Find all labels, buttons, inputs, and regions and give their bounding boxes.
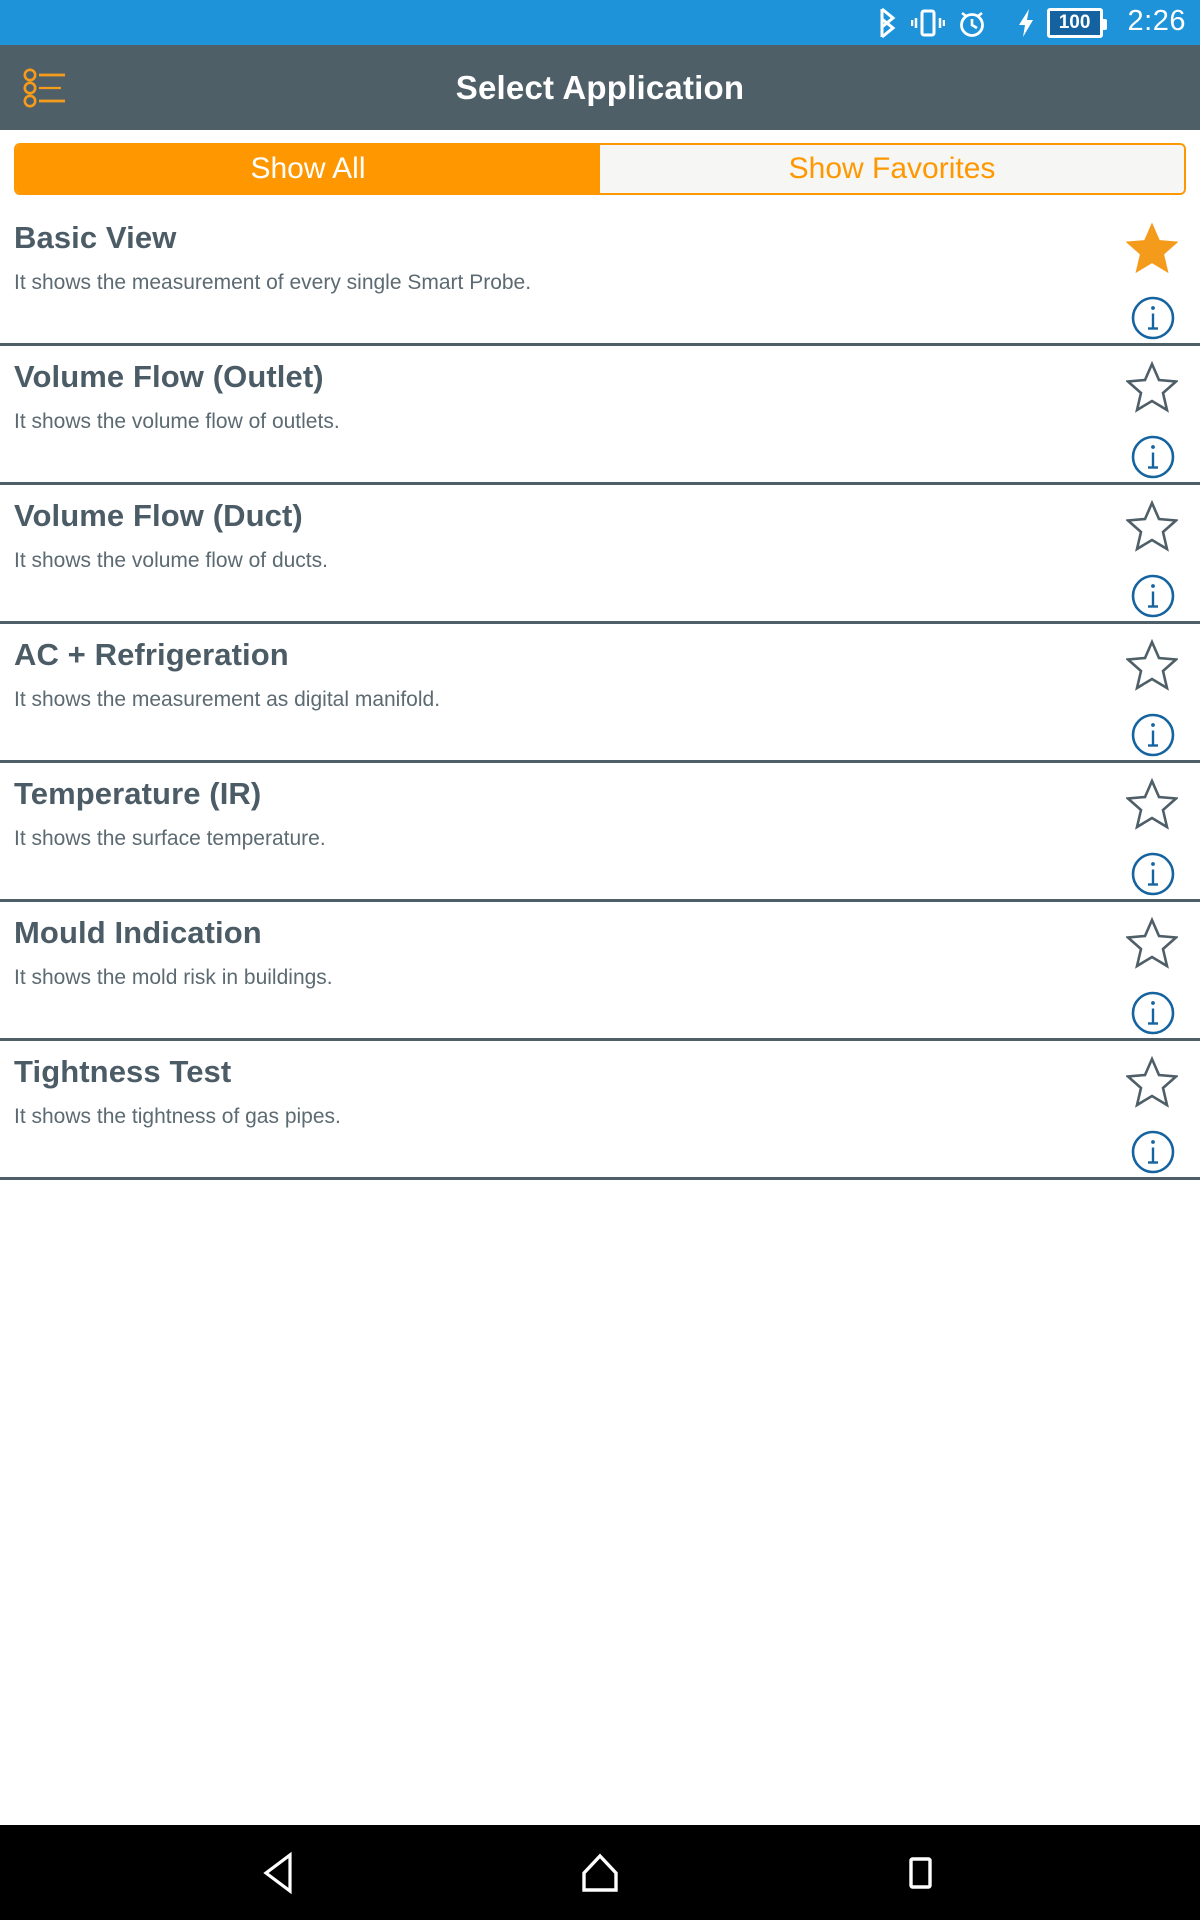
star-filled-icon[interactable] [1126,222,1178,274]
battery-level-label: 100 [1058,12,1091,33]
list-item-title: Temperature (IR) [14,776,262,811]
application-list: Basic View It shows the measurement of e… [0,207,1200,1503]
clock-label: 2:26 [1127,5,1186,37]
star-outline-icon[interactable] [1126,639,1178,691]
list-item-title: Volume Flow (Duct) [14,498,303,533]
star-outline-icon[interactable] [1126,778,1178,830]
info-circle-icon[interactable] [1130,990,1176,1036]
app-bar: Select Application [0,45,1200,130]
battery-icon: 100 [1046,7,1107,38]
star-outline-icon[interactable] [1126,500,1178,552]
alarm-icon [959,11,984,37]
back-button[interactable] [220,1825,340,1920]
list-item-title: Tightness Test [14,1054,232,1089]
list-item[interactable]: Mould Indication It shows the mold risk … [0,902,1200,1041]
list-item[interactable]: Tightness Test It shows the tightness of… [0,1041,1200,1180]
info-circle-icon[interactable] [1130,434,1176,480]
list-item-title: Basic View [14,220,177,255]
info-circle-icon[interactable] [1130,851,1176,897]
info-circle-icon[interactable] [1130,1129,1176,1175]
list-item-title: AC + Refrigeration [14,637,289,672]
list-item[interactable]: Volume Flow (Outlet) It shows the volume… [0,346,1200,485]
status-bar: 100 2:26 [0,0,1200,45]
segmented-control: Show All Show Favorites [14,143,1186,195]
system-navigation-bar [0,1825,1200,1920]
tab-show-favorites[interactable]: Show Favorites [600,145,1184,193]
vibrate-icon [910,9,945,36]
list-item[interactable]: AC + Refrigeration It shows the measurem… [0,624,1200,763]
list-item[interactable]: Volume Flow (Duct) It shows the volume f… [0,485,1200,624]
list-item-title: Volume Flow (Outlet) [14,359,324,394]
home-button[interactable] [540,1825,660,1920]
square-recents-icon [909,1856,932,1889]
info-circle-icon[interactable] [1130,573,1176,619]
page-title: Select Application [455,68,745,106]
star-outline-icon[interactable] [1126,1056,1178,1108]
list-item-title: Mould Indication [14,915,262,950]
list-item-description: It shows the mold risk in buildings. [14,966,333,990]
tab-show-all[interactable]: Show All [16,145,600,193]
back-triangle-icon [263,1851,292,1894]
empty-area [0,1502,1200,1825]
list-item-description: It shows the volume flow of outlets. [14,410,340,434]
list-item-description: It shows the surface temperature. [14,827,326,851]
list-item-description: It shows the volume flow of ducts. [14,549,328,573]
list-item[interactable]: Basic View It shows the measurement of e… [0,207,1200,346]
info-circle-icon[interactable] [1130,295,1176,341]
home-icon [582,1853,618,1892]
recents-button[interactable] [860,1825,980,1920]
charging-bolt-icon [1018,8,1033,37]
star-outline-icon[interactable] [1126,917,1178,969]
star-outline-icon[interactable] [1126,361,1178,413]
list-item-description: It shows the measurement of every single… [14,271,532,295]
list-item-description: It shows the measurement as digital mani… [14,688,441,712]
info-circle-icon[interactable] [1130,712,1176,758]
list-item-description: It shows the tightness of gas pipes. [14,1105,341,1129]
status-bar-icons: 100 2:26 [877,7,1186,39]
bluetooth-icon [880,7,895,38]
list-item[interactable]: Temperature (IR) It shows the surface te… [0,763,1200,902]
tab-bar: Show All Show Favorites [0,130,1200,207]
phone-screen: 100 2:26 Select Application Show All Sho… [0,0,1200,1920]
